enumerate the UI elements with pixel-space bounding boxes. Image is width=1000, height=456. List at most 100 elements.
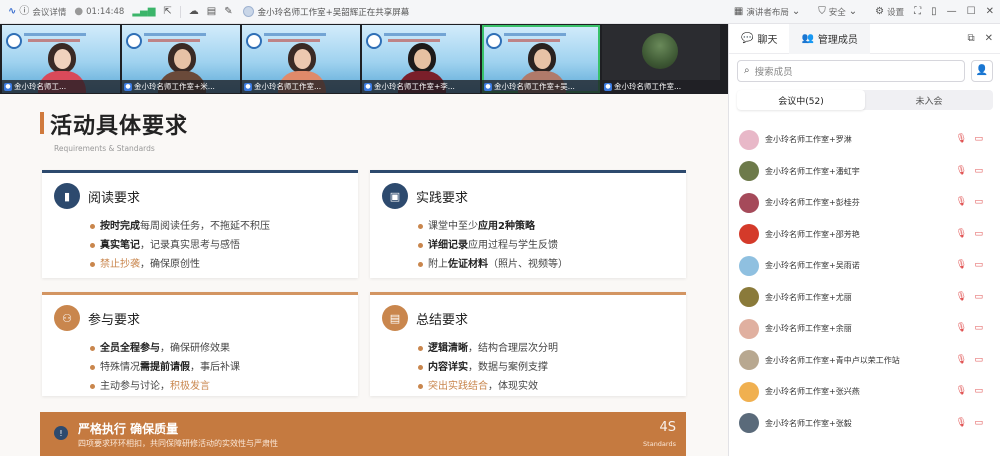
camera-off-icon[interactable]: ▭ [974,418,983,428]
title-accent-bar [40,112,44,134]
settings-button[interactable]: ⚙ 设置 [875,6,904,19]
members-panel: 💬 聊天 👥 管理成员 ⧉ ✕ ⌕ 搜索成员 👤 会议中(52) 未入会 金小玲… [728,23,1000,456]
list-item: 突出实践结合，体现实效 [418,377,558,396]
divider [179,5,181,18]
list-item[interactable]: 金小玲名师工作室+彭桂芬 🎙 ▭ [729,187,1000,219]
close-icon[interactable]: ✕ [986,7,994,17]
list-item[interactable]: 金小玲名师工作室+余丽 🎙 ▭ [729,313,1000,345]
popout-icon[interactable]: ⧉ [967,33,974,44]
member-search-input[interactable]: ⌕ 搜索成员 [737,60,965,82]
security-label: 安全 [828,8,846,18]
maximize-icon[interactable]: ☐ [967,7,976,17]
share-banner: 金小玲名师工作室+吴韶辉正在共享屏幕 [242,6,409,18]
camera-off-icon[interactable]: ▭ [974,323,983,333]
speaker-layout-label: 演讲者布局 [746,8,789,18]
mic-muted-icon[interactable]: 🎙 [956,355,967,365]
mic-muted-icon[interactable]: 🎙 [956,292,967,302]
note-icon[interactable]: ✎ [224,6,232,17]
tab-members[interactable]: 👥 管理成员 [789,23,870,54]
school-logo [6,33,22,49]
mic-muted-icon[interactable]: 🎙 [956,134,967,144]
timer-value: 01:14:48 [86,6,125,17]
list-item[interactable]: 金小玲名师工作室+吴雨诺 🎙 ▭ [729,250,1000,282]
document-icon[interactable]: ▤ [207,6,216,17]
avatar [739,318,759,339]
meeting-info-button[interactable]: ∿ ⓘ 会议详情 [8,6,66,18]
video-tile[interactable]: ● 金小玲名师工作室+米... [122,25,240,93]
list-item[interactable]: 金小玲名师工作室+张毅 🎙 ▭ [729,408,1000,440]
school-logo [126,33,142,49]
avatar [739,350,759,371]
layout-icon: ▦ [733,6,744,17]
camera-off-icon[interactable]: ▭ [974,134,983,144]
list-item: 禁止抄袭，确保原创性 [90,255,270,274]
meeting-info-label: 会议详情 [32,7,67,18]
fullscreen-icon[interactable]: ⛶ [914,7,921,17]
camera-off-icon[interactable]: ▭ [974,197,983,207]
seg-not-joined[interactable]: 未入会 [865,90,993,110]
panel-tools: ⧉ ✕ [967,33,1000,44]
slide-subtitle: Requirements & Standards [54,144,155,153]
mic-muted-icon[interactable]: 🎙 [956,260,967,270]
camera-off-icon[interactable]: ▭ [974,386,983,396]
top-toolbar: ∿ ⓘ 会议详情 ● 01:14:48 ▂▄▆ ⇱ ☁ ▤ ✎ 金小玲名师工作室… [0,0,1000,24]
camera-off-icon[interactable]: ▭ [974,292,983,302]
meeting-window: ∿ ⓘ 会议详情 ● 01:14:48 ▂▄▆ ⇱ ☁ ▤ ✎ 金小玲名师工作室… [0,0,1000,456]
book-icon: ▮ [54,183,80,209]
video-tile[interactable]: ● 金小玲名师工作室... [242,25,360,93]
search-icon: ⌕ [744,65,750,76]
close-icon[interactable]: ✕ [985,33,993,44]
list-item[interactable]: 金小玲名师工作室+尤丽 🎙 ▭ [729,282,1000,314]
avatar [739,224,759,245]
list-item[interactable]: 金小玲名师工作室+青中卢以荣工作站 🎙 ▭ [729,345,1000,377]
chevron-down-icon: ⌄ [848,6,858,17]
mic-muted-icon[interactable]: 🎙 [956,166,967,176]
camera-off-icon[interactable]: ▭ [974,229,983,239]
signal-icon[interactable]: ▂▄▆ [132,6,155,17]
card-list: 逻辑清晰，结构合理层次分明 内容详实，数据与案例支撑 突出实践结合，体现实效 [418,339,558,396]
camera-off-icon[interactable]: ▭ [974,260,983,270]
popout-icon[interactable]: ⇱ [163,6,171,17]
mic-muted-icon[interactable]: 🎙 [956,323,967,333]
video-tile[interactable]: ● 金小玲名师工... [2,25,120,93]
list-item[interactable]: 金小玲名师工作室+罗淋 🎙 ▭ [729,124,1000,156]
add-user-button[interactable]: 👤 [971,60,993,82]
list-item: 附上佐证材料（照片、视频等） [418,255,568,274]
avatar [739,129,759,150]
tab-chat[interactable]: 💬 聊天 [729,24,789,54]
list-item: 特殊情况需提前请假，事后补课 [90,358,240,377]
school-logo [366,33,382,49]
seg-in-meeting[interactable]: 会议中(52) [737,90,865,110]
card-summary: ▤ 总结要求 逻辑清晰，结构合理层次分明 内容详实，数据与案例支撑 突出实践结合… [370,292,686,396]
video-tile-active-speaker[interactable]: ● 金小玲名师工作室+吴... [482,25,600,93]
mic-muted-icon[interactable]: 🎙 [956,197,967,207]
list-item: 真实笔记，记录真实思考与感悟 [90,236,270,255]
mic-muted-icon[interactable]: 🎙 [956,229,967,239]
video-tile[interactable]: ● 金小玲名师工作室+李... [362,25,480,93]
list-item[interactable]: 金小玲名师工作室+邵芳艳 🎙 ▭ [729,219,1000,251]
video-tile[interactable]: ● 金小玲名师工作室... [602,25,720,93]
camera-off-icon[interactable]: ▭ [974,355,983,365]
shield-icon: ⛉ [818,6,826,17]
footer-title: 严格执行 确保质量 [78,422,179,436]
shared-screen-slide: 活动具体要求 Requirements & Standards ▮ 阅读要求 按… [0,94,728,456]
speaker-layout-button[interactable]: ▦ 演讲者布局 ⌄ [733,6,800,19]
school-logo [486,33,502,49]
security-button[interactable]: ⛉ 安全 ⌄ [818,6,858,19]
list-item[interactable]: 金小玲名师工作室+张兴燕 🎙 ▭ [729,376,1000,408]
sidebar-toggle-icon[interactable]: ▯ [931,7,937,17]
participant-nametag: ● 金小玲名师工作室+米... [122,80,240,93]
participant-nametag: ● 金小玲名师工作室+吴... [482,80,600,93]
list-item[interactable]: 金小玲名师工作室+潘虹宇 🎙 ▭ [729,156,1000,188]
card-participation: ⚇ 参与要求 全员全程参与，确保研修效果 特殊情况需提前请假，事后补课 主动参与… [42,292,358,396]
user-icon: ● [244,82,252,91]
user-icon: ● [4,82,12,91]
minimize-icon[interactable]: — [947,7,957,17]
slide-title: 活动具体要求 [50,114,189,139]
mic-muted-icon[interactable]: 🎙 [956,418,967,428]
mic-muted-icon[interactable]: 🎙 [956,386,967,396]
cloud-record-icon[interactable]: ☁ [189,6,199,17]
camera-off-icon[interactable]: ▭ [974,166,983,176]
user-icon: ● [484,82,492,91]
list-item: 全员全程参与，确保研修效果 [90,339,240,358]
